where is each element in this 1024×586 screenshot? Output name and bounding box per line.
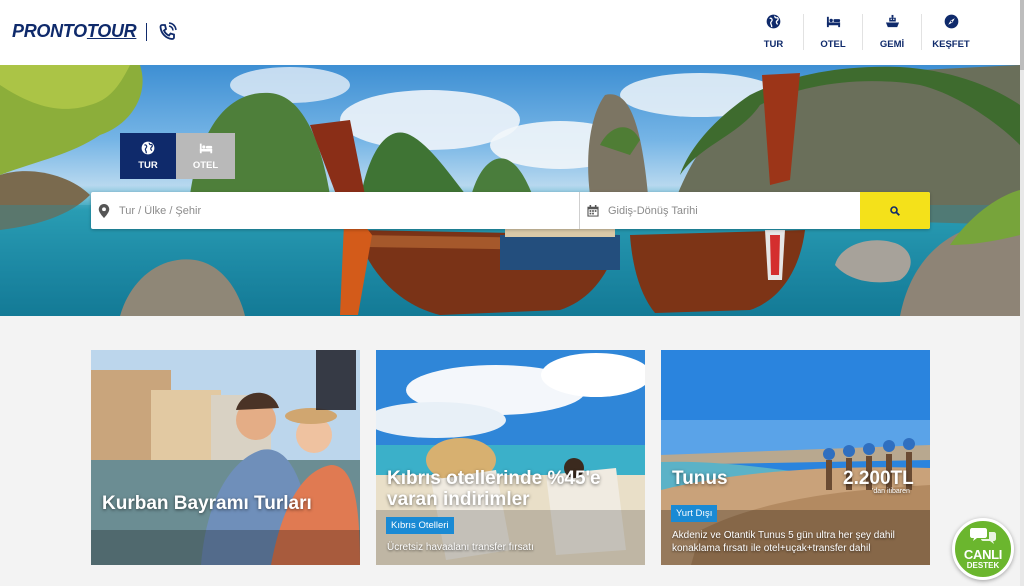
page-scrollbar[interactable] — [1020, 0, 1024, 586]
map-marker-icon — [98, 203, 110, 218]
hero-background-image — [0, 65, 1020, 316]
bed-icon — [826, 16, 840, 28]
tab-label: TUR — [138, 160, 158, 171]
nav-label: GEMİ — [879, 39, 905, 50]
nav-item-gemi[interactable]: GEMİ — [862, 14, 921, 50]
nav-item-tur[interactable]: TUR — [744, 14, 803, 50]
nav-label: TUR — [763, 39, 784, 50]
live-support-sublabel: DESTEK — [966, 561, 1000, 570]
card-description: Akdeniz ve Otantik Tunus 5 gün ultra her… — [672, 530, 895, 554]
logo-wordmark: PRONTOTOUR — [12, 21, 137, 41]
venice-couple-image — [91, 350, 360, 565]
hero-banner: TUR OTEL Gidiş-Dönüş Tarihi — [0, 65, 1020, 316]
search-type-tabs: TUR OTEL — [120, 133, 235, 179]
destination-input[interactable] — [119, 204, 519, 217]
category-badge[interactable]: Kıbrıs Otelleri — [386, 517, 454, 534]
card-title: Kıbrıs otellerinde %45'e varan indirimle… — [387, 468, 601, 510]
price: 2.200TL — [843, 468, 914, 489]
card-title: Tunus — [672, 468, 728, 489]
promo-card-tunus[interactable]: Tunus 2.200TL 'dan itibaren Yurt Dışı Ak… — [661, 350, 930, 565]
calendar-icon — [587, 204, 599, 217]
tab-tur[interactable]: TUR — [120, 133, 176, 179]
date-placeholder: Gidiş-Dönüş Tarihi — [608, 204, 698, 217]
tab-label: OTEL — [192, 160, 219, 171]
globe-icon — [766, 14, 781, 29]
scrollbar-thumb[interactable] — [1020, 0, 1024, 70]
card-title: Kurban Bayramı Turları — [102, 493, 312, 514]
pronto-tour-logo[interactable]: PRONTOTOUR — [12, 21, 178, 42]
tab-otel[interactable]: OTEL — [176, 133, 235, 179]
search-icon — [890, 205, 900, 216]
card-description: Ücretsiz havaalanı transfer fırsatı — [387, 542, 534, 553]
live-support-label: CANLI — [963, 547, 1003, 562]
main-nav: TUR OTEL GEMİ KEŞFET — [744, 14, 980, 50]
nav-item-otel[interactable]: OTEL — [803, 14, 862, 50]
search-bar: Gidiş-Dönüş Tarihi — [91, 192, 930, 229]
nav-label: OTEL — [820, 39, 846, 50]
ship-icon — [885, 14, 899, 28]
bed-icon — [199, 143, 212, 154]
globe-icon — [141, 141, 155, 155]
chat-bubbles-icon — [970, 528, 996, 544]
phone-icon[interactable] — [157, 21, 178, 42]
promo-card-kibris[interactable]: Kıbrıs otellerinde %45'e varan indirimle… — [376, 350, 645, 565]
promo-card-kurban[interactable]: Kurban Bayramı Turları — [91, 350, 360, 565]
nav-item-kesfet[interactable]: KEŞFET — [921, 14, 980, 50]
compass-icon — [944, 14, 958, 29]
logo-divider — [146, 22, 148, 41]
nav-label: KEŞFET — [932, 39, 970, 50]
header: PRONTOTOUR TUR OTEL GEMİ KEŞFET — [0, 0, 1020, 65]
price-note: 'dan itibaren — [872, 488, 910, 495]
destination-field[interactable] — [91, 192, 580, 229]
category-badge[interactable]: Yurt Dışı — [671, 505, 718, 522]
date-field[interactable]: Gidiş-Dönüş Tarihi — [580, 192, 860, 229]
search-button[interactable] — [860, 192, 930, 229]
live-support-button[interactable]: CANLI DESTEK — [952, 518, 1014, 580]
